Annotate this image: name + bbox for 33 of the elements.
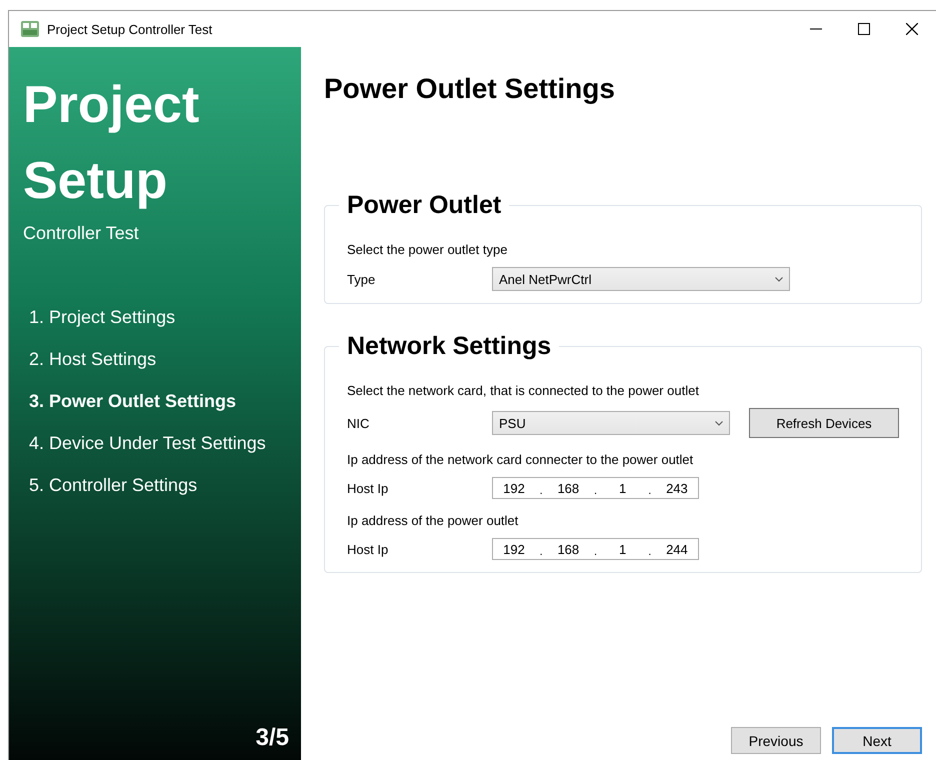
group-title: Network Settings bbox=[346, 332, 552, 361]
step-counter: 3/5 bbox=[256, 724, 289, 752]
sidebar-title: Setup bbox=[23, 151, 168, 212]
refresh-button[interactable]: Refresh Devices bbox=[749, 408, 899, 438]
window-title: Project Setup Controller Test bbox=[47, 22, 214, 36]
previous-button[interactable]: Previous bbox=[731, 727, 821, 754]
step-item: 4. Device Under Test Settings bbox=[28, 432, 267, 455]
caret-icon bbox=[775, 276, 783, 282]
step-item: 5. Controller Settings bbox=[28, 474, 198, 497]
maximize-icon[interactable] bbox=[858, 23, 870, 35]
page-title: Power Outlet Settings bbox=[324, 73, 616, 105]
step-item: 1. Project Settings bbox=[28, 306, 176, 329]
field-label: Host Ip bbox=[347, 542, 390, 556]
field-label: Type bbox=[347, 272, 376, 286]
field-hint: Ip address of the network card connecter to the power outlet bbox=[347, 452, 694, 467]
sidebar-title: Project bbox=[23, 75, 200, 136]
field-label: NIC bbox=[347, 416, 370, 430]
dropdown[interactable]: Anel NetPwrCtrl bbox=[492, 267, 790, 291]
caret-icon bbox=[715, 420, 723, 426]
step-item: 2. Host Settings bbox=[28, 348, 158, 371]
step-item: 3. Power Outlet Settings bbox=[28, 390, 238, 413]
ip-address-field[interactable]: 192 . 168 . 1 . 244 bbox=[492, 538, 699, 560]
dropdown[interactable]: PSU bbox=[492, 411, 730, 435]
field-hint: Ip address of the power outlet bbox=[347, 513, 520, 528]
field-label: Host Ip bbox=[347, 480, 390, 496]
sidebar-subtitle: Controller Test bbox=[23, 223, 140, 244]
field-hint: Select the network card, that is connected to the power outlet bbox=[347, 383, 700, 398]
close-icon[interactable] bbox=[906, 23, 918, 35]
field-hint: Select the power outlet type bbox=[347, 242, 508, 257]
next-button[interactable]: Next bbox=[832, 727, 922, 754]
app-icon bbox=[21, 21, 39, 37]
group-title: Power Outlet bbox=[346, 191, 502, 220]
ip-address-field[interactable]: 192 . 168 . 1 . 243 bbox=[492, 477, 699, 499]
